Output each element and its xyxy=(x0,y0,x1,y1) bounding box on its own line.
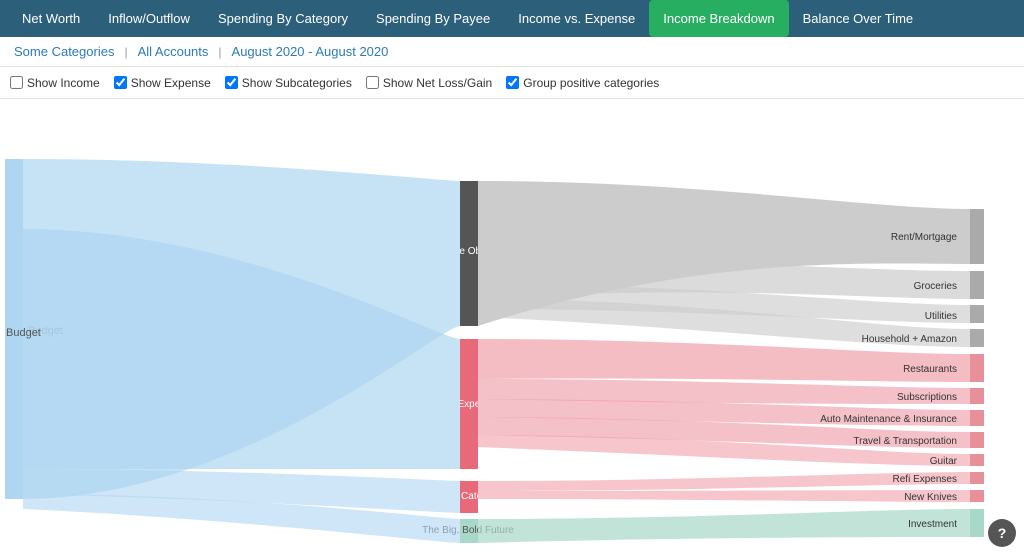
checkbox-show-income[interactable] xyxy=(10,76,23,89)
label-subscriptions: Subscriptions xyxy=(897,392,957,403)
node-new-knives[interactable] xyxy=(970,490,984,502)
label-guitar: Guitar xyxy=(930,456,958,467)
node-subscriptions[interactable] xyxy=(970,388,984,404)
node-investment[interactable] xyxy=(970,509,984,537)
label-groceries: Groceries xyxy=(914,281,957,292)
nav-item-net-worth[interactable]: Net Worth xyxy=(8,0,94,37)
checkbox-group-positive[interactable] xyxy=(506,76,519,89)
nav-item-spending-by-category[interactable]: Spending By Category xyxy=(204,0,362,37)
nav-item-balance-over-time[interactable]: Balance Over Time xyxy=(789,0,928,37)
node-refi-expenses[interactable] xyxy=(970,472,984,484)
subnav-accounts[interactable]: All Accounts xyxy=(134,42,213,61)
label-household-amazon: Household + Amazon xyxy=(862,334,957,345)
label-investment: Investment xyxy=(908,519,957,530)
node-groceries[interactable] xyxy=(970,271,984,299)
filter-show-income[interactable]: Show Income xyxy=(10,76,100,90)
node-restaurants[interactable] xyxy=(970,354,984,382)
nav-item-inflow-outflow[interactable]: Inflow/Outflow xyxy=(94,0,204,37)
sankey-chart: Budget Immediate Obligations True Expens… xyxy=(0,99,1024,555)
node-travel-transportation[interactable] xyxy=(970,432,984,448)
checkbox-show-subcategories[interactable] xyxy=(225,76,238,89)
filter-show-expense[interactable]: Show Expense xyxy=(114,76,211,90)
filters-bar: Show Income Show Expense Show Subcategor… xyxy=(0,67,1024,99)
label-rent-mortgage: Rent/Mortgage xyxy=(891,232,958,243)
label-travel-transportation: Travel & Transportation xyxy=(853,436,957,447)
checkbox-show-net-loss-gain[interactable] xyxy=(366,76,379,89)
help-button[interactable]: ? xyxy=(988,519,1016,547)
nav-item-income-breakdown[interactable]: Income Breakdown xyxy=(649,0,788,37)
label-restaurants: Restaurants xyxy=(903,364,957,375)
label-utilities: Utilities xyxy=(925,311,957,322)
node-guitar[interactable] xyxy=(970,454,984,466)
nav-item-spending-by-payee[interactable]: Spending By Payee xyxy=(362,0,504,37)
node-utilities[interactable] xyxy=(970,305,984,323)
sub-navigation: Some Categories | All Accounts | August … xyxy=(0,37,1024,67)
chart-area: Budget Immediate Obligations True Expens… xyxy=(0,99,1024,555)
label-new-knives: New Knives xyxy=(904,492,957,503)
subnav-categories[interactable]: Some Categories xyxy=(10,42,118,61)
label-refi-expenses: Refi Expenses xyxy=(893,474,957,485)
label-budget-left: Budget xyxy=(6,327,41,339)
node-rent-mortgage[interactable] xyxy=(970,209,984,264)
subnav-sep1: | xyxy=(124,45,127,59)
node-household-amazon[interactable] xyxy=(970,329,984,347)
checkbox-show-expense[interactable] xyxy=(114,76,127,89)
nav-item-income-vs-expense[interactable]: Income vs. Expense xyxy=(504,0,649,37)
filter-show-net-loss-gain[interactable]: Show Net Loss/Gain xyxy=(366,76,492,90)
subnav-sep2: | xyxy=(218,45,221,59)
node-auto-maintenance[interactable] xyxy=(970,410,984,426)
top-navigation: Net Worth Inflow/Outflow Spending By Cat… xyxy=(0,0,1024,37)
filter-show-subcategories[interactable]: Show Subcategories xyxy=(225,76,352,90)
filter-group-positive[interactable]: Group positive categories xyxy=(506,76,659,90)
label-auto-maintenance: Auto Maintenance & Insurance xyxy=(820,414,957,425)
subnav-period[interactable]: August 2020 - August 2020 xyxy=(228,42,393,61)
